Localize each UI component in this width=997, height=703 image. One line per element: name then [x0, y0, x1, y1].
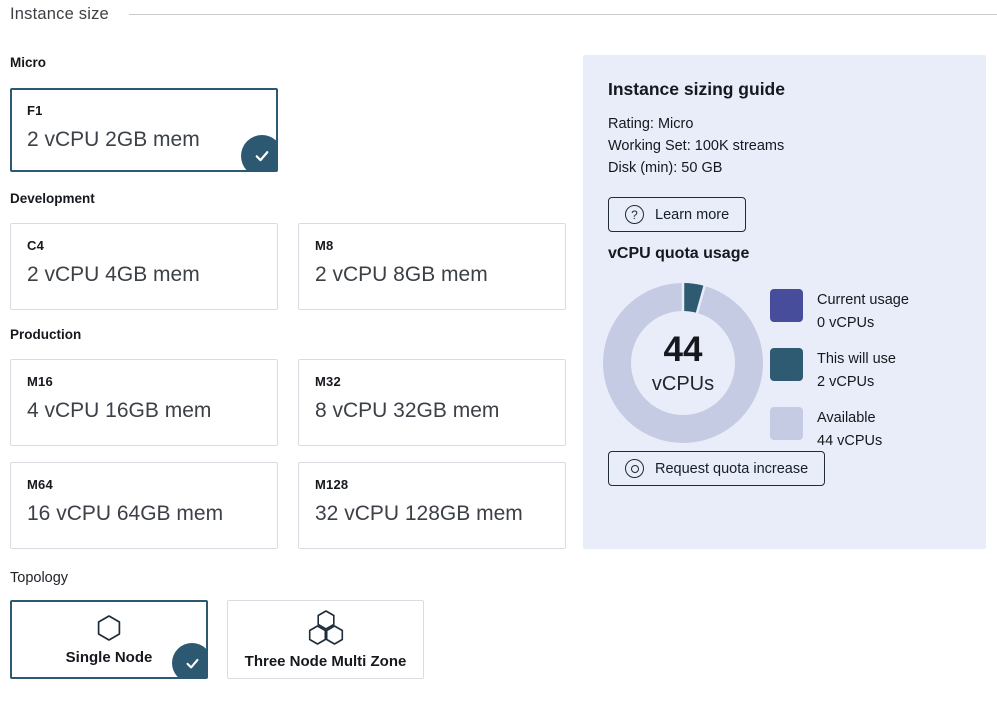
- instance-desc: 2 vCPU 2GB mem: [27, 128, 261, 152]
- instance-code: M128: [315, 477, 549, 492]
- section-header: Instance size: [10, 5, 997, 24]
- question-mark-icon: ?: [625, 205, 644, 224]
- spec-rating: Rating: Micro: [608, 113, 784, 135]
- donut-center-label: 44 vCPUs: [603, 283, 763, 443]
- topology-label: Single Node: [66, 649, 153, 666]
- selected-check-icon: [241, 135, 278, 172]
- instance-card-c4[interactable]: C4 2 vCPU 4GB mem: [10, 223, 278, 310]
- vcpu-quota-donut-chart: 44 vCPUs: [603, 283, 763, 443]
- instance-code: M64: [27, 477, 261, 492]
- spec-working-set: Working Set: 100K streams: [608, 135, 784, 157]
- section-label-development: Development: [10, 191, 95, 206]
- quota-gauge-icon: [625, 459, 644, 478]
- instance-card-m16[interactable]: M16 4 vCPU 16GB mem: [10, 359, 278, 446]
- legend-label: This will use: [817, 348, 896, 371]
- section-label-production: Production: [10, 327, 81, 342]
- instance-code: F1: [27, 103, 261, 118]
- legend-value: 2 vCPUs: [817, 371, 896, 394]
- instance-desc: 8 vCPU 32GB mem: [315, 399, 549, 423]
- instance-code: C4: [27, 238, 261, 253]
- instance-card-m32[interactable]: M32 8 vCPU 32GB mem: [298, 359, 566, 446]
- legend-swatch-current: [770, 289, 803, 322]
- topology-card-three-node-multi-zone[interactable]: Three Node Multi Zone: [227, 600, 424, 679]
- instance-desc: 2 vCPU 4GB mem: [27, 263, 261, 287]
- section-label-topology: Topology: [10, 570, 68, 586]
- request-quota-label: Request quota increase: [655, 461, 808, 477]
- request-quota-increase-button[interactable]: Request quota increase: [608, 451, 825, 486]
- topology-label: Three Node Multi Zone: [245, 653, 407, 670]
- quota-total-unit: vCPUs: [652, 373, 714, 396]
- instance-desc: 16 vCPU 64GB mem: [27, 502, 261, 526]
- learn-more-button[interactable]: ? Learn more: [608, 197, 746, 232]
- instance-desc: 32 vCPU 128GB mem: [315, 502, 549, 526]
- legend-label: Current usage: [817, 289, 909, 312]
- instance-code: M32: [315, 374, 549, 389]
- section-label-micro: Micro: [10, 55, 46, 70]
- quota-total-value: 44: [664, 330, 703, 370]
- legend-swatch-available: [770, 407, 803, 440]
- instance-code: M8: [315, 238, 549, 253]
- legend-value: 44 vCPUs: [817, 430, 882, 453]
- instance-card-m128[interactable]: M128 32 vCPU 128GB mem: [298, 462, 566, 549]
- quota-usage-heading: vCPU quota usage: [608, 245, 749, 263]
- instance-desc: 2 vCPU 8GB mem: [315, 263, 549, 287]
- page-title: Instance size: [10, 5, 109, 24]
- instance-card-m64[interactable]: M64 16 vCPU 64GB mem: [10, 462, 278, 549]
- learn-more-label: Learn more: [655, 207, 729, 223]
- header-divider: [129, 14, 997, 15]
- legend-swatch-will-use: [770, 348, 803, 381]
- instance-card-m8[interactable]: M8 2 vCPU 8GB mem: [298, 223, 566, 310]
- instance-sizing-guide-panel: Instance sizing guide Rating: Micro Work…: [583, 55, 986, 549]
- instance-desc: 4 vCPU 16GB mem: [27, 399, 261, 423]
- instance-code: M16: [27, 374, 261, 389]
- guide-specs: Rating: Micro Working Set: 100K streams …: [608, 113, 784, 179]
- legend-value: 0 vCPUs: [817, 312, 909, 335]
- legend-item-available: Available 44 vCPUs: [770, 407, 909, 453]
- selected-check-icon: [172, 643, 208, 679]
- spec-disk-min: Disk (min): 50 GB: [608, 157, 784, 179]
- legend-item-current-usage: Current usage 0 vCPUs: [770, 289, 909, 335]
- instance-card-f1[interactable]: F1 2 vCPU 2GB mem: [10, 88, 278, 172]
- topology-card-single-node[interactable]: Single Node: [10, 600, 208, 679]
- legend-item-this-will-use: This will use 2 vCPUs: [770, 348, 909, 394]
- legend-label: Available: [817, 407, 882, 430]
- guide-title: Instance sizing guide: [608, 79, 785, 100]
- three-hexagons-icon: [307, 610, 345, 646]
- single-hexagon-icon: [96, 614, 122, 642]
- quota-legend: Current usage 0 vCPUs This will use 2 vC…: [770, 289, 909, 453]
